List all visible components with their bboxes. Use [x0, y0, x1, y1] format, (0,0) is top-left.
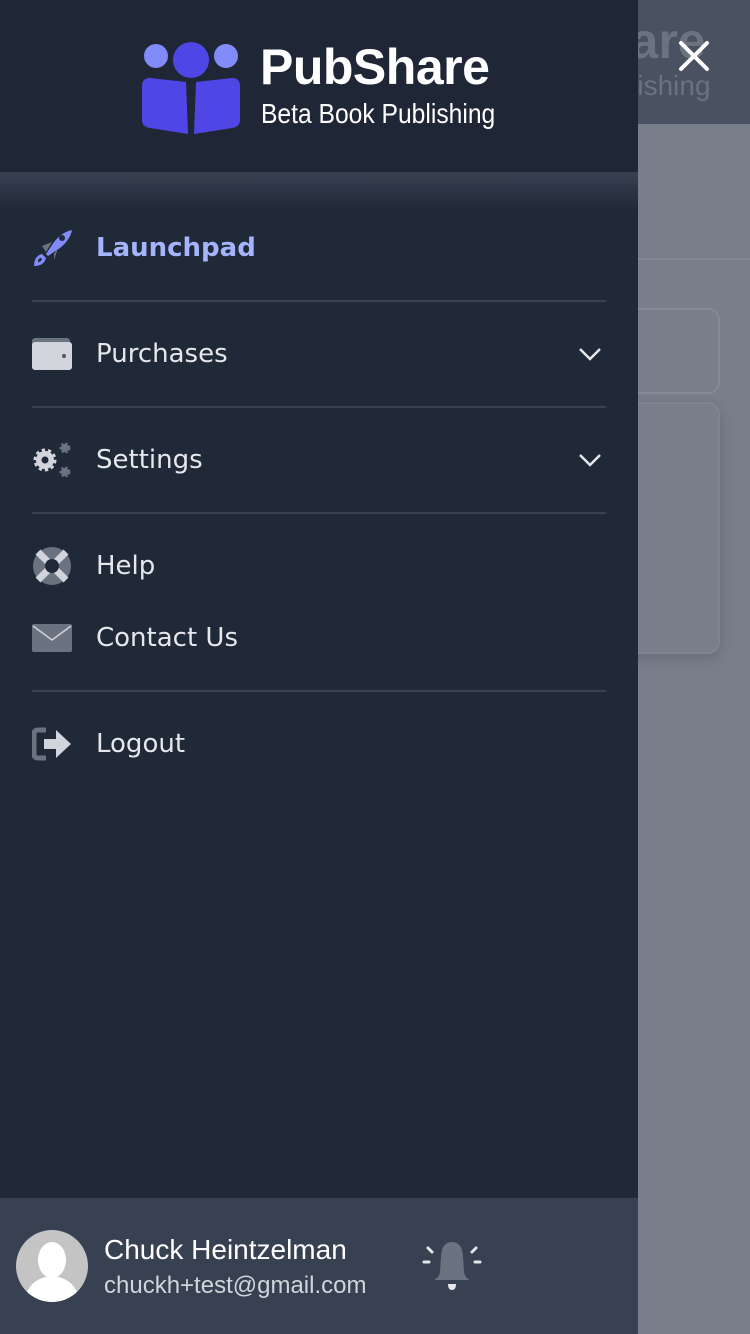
user-email: chuckh+test@gmail.com [104, 1272, 367, 1299]
menu-item-launchpad[interactable]: Launchpad [32, 218, 606, 278]
wallet-icon [32, 334, 72, 374]
header-shadow [0, 172, 638, 210]
menu-item-label: Launchpad [96, 233, 256, 263]
notifications-button[interactable] [422, 1240, 482, 1296]
user-icon [24, 1242, 80, 1302]
life-ring-icon [32, 546, 72, 586]
menu-item-label: Logout [96, 729, 186, 759]
navigation-drawer: PubShare Beta Book Publishing Launchpad … [0, 0, 638, 1334]
menu-item-settings[interactable]: Settings [32, 430, 606, 490]
bell-icon [422, 1242, 482, 1290]
menu-item-logout[interactable]: Logout [32, 714, 606, 774]
avatar[interactable] [16, 1230, 88, 1302]
menu-item-contact-us[interactable]: Contact Us [32, 608, 606, 668]
gears-icon [32, 440, 72, 480]
drawer-header: PubShare Beta Book Publishing [0, 0, 638, 172]
menu-item-help[interactable]: Help [32, 536, 606, 596]
close-drawer-button[interactable] [670, 32, 718, 80]
chevron-down-icon [579, 454, 601, 467]
chevron-down-icon [579, 348, 601, 361]
rocket-icon [32, 228, 72, 268]
brand-name: PubShare [260, 39, 490, 95]
menu-item-purchases[interactable]: Purchases [32, 324, 606, 384]
menu-item-label: Settings [96, 445, 203, 475]
envelope-icon [32, 618, 72, 658]
menu-item-label: Contact Us [96, 623, 238, 653]
menu-item-label: Purchases [96, 339, 228, 369]
divider [32, 300, 606, 302]
pubshare-logo-icon [142, 42, 240, 134]
close-icon [679, 41, 709, 71]
brand-tagline: Beta Book Publishing [261, 98, 496, 129]
divider [32, 512, 606, 514]
user-footer: Chuck Heintzelman chuckh+test@gmail.com [0, 1198, 638, 1334]
divider [32, 690, 606, 692]
user-name: Chuck Heintzelman [104, 1234, 347, 1265]
sign-out-icon [32, 724, 72, 764]
divider [32, 406, 606, 408]
menu-item-label: Help [96, 551, 156, 581]
